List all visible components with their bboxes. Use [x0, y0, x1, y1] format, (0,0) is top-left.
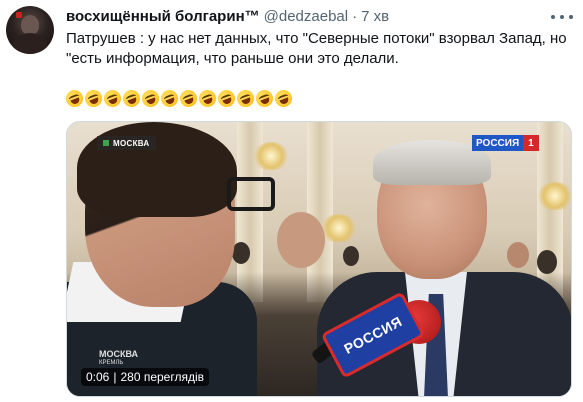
- watermark-city: МОСКВА: [99, 349, 139, 359]
- avatar-body: [13, 33, 47, 54]
- crowd-person: [537, 250, 557, 274]
- tweet-header: восхищённый болгарин™ @dedzaebal · 7 хв: [66, 8, 389, 28]
- more-dot: [569, 15, 573, 19]
- author-handle[interactable]: @dedzaebal: [264, 8, 348, 25]
- laughing-emoji-icon: [82, 87, 105, 110]
- broadcast-watermark: МОСКВА КРЕМЛЬ: [99, 350, 138, 368]
- laughing-emoji-icon: [234, 87, 257, 110]
- laughing-emoji-icon: [63, 87, 86, 110]
- laughing-emoji-icon: [272, 87, 295, 110]
- laughing-emoji-icon: [177, 87, 200, 110]
- tweet-text: Патрушев : у нас нет данных, что "Северн…: [66, 30, 567, 67]
- laughing-emoji-icon: [139, 87, 162, 110]
- more-dot: [551, 15, 555, 19]
- chandelier: [321, 214, 357, 242]
- reporter-glasses: [227, 177, 275, 211]
- laughing-emoji-icon: [196, 87, 219, 110]
- video-player[interactable]: РОССИЯ МОСКВА РОССИЯ 1 МОСКВА КРЕМЛЬ 0:0…: [66, 121, 572, 397]
- video-stats-badge: 0:06 | 280 переглядів: [81, 368, 210, 386]
- emoji-row: [63, 87, 295, 110]
- crowd-person: [507, 242, 529, 268]
- tweet-timestamp[interactable]: 7 хв: [361, 8, 389, 25]
- location-caption: МОСКВА: [97, 136, 156, 150]
- video-duration: 0:06: [86, 370, 110, 384]
- header-separator: ·: [352, 8, 358, 25]
- laughing-emoji-icon: [253, 87, 276, 110]
- laughing-emoji-icon: [158, 87, 181, 110]
- author-display-name[interactable]: восхищённый болгарин™: [66, 8, 260, 25]
- laughing-emoji-icon: [101, 87, 124, 110]
- watermark-place: КРЕМЛЬ: [99, 360, 124, 366]
- laughing-emoji-icon: [120, 87, 143, 110]
- crowd-person: [277, 212, 325, 268]
- channel-logo: РОССИЯ 1: [472, 135, 539, 151]
- channel-number: 1: [523, 135, 539, 151]
- microphone-flag-text: РОССИЯ: [341, 313, 405, 357]
- reporter-figure: [67, 122, 275, 396]
- more-dot: [560, 15, 564, 19]
- avatar-head: [21, 15, 39, 35]
- crowd-person: [343, 246, 359, 266]
- location-text: МОСКВА: [113, 138, 150, 148]
- laughing-emoji-icon: [215, 87, 238, 110]
- channel-name: РОССИЯ: [472, 135, 524, 151]
- author-avatar[interactable]: [6, 6, 54, 54]
- stats-separator: |: [113, 370, 117, 384]
- more-options-icon[interactable]: [551, 12, 573, 22]
- location-marker-icon: [103, 140, 109, 146]
- chandelier: [537, 182, 571, 210]
- avatar-mark: [16, 12, 22, 18]
- video-view-count: 280 переглядів: [120, 370, 205, 384]
